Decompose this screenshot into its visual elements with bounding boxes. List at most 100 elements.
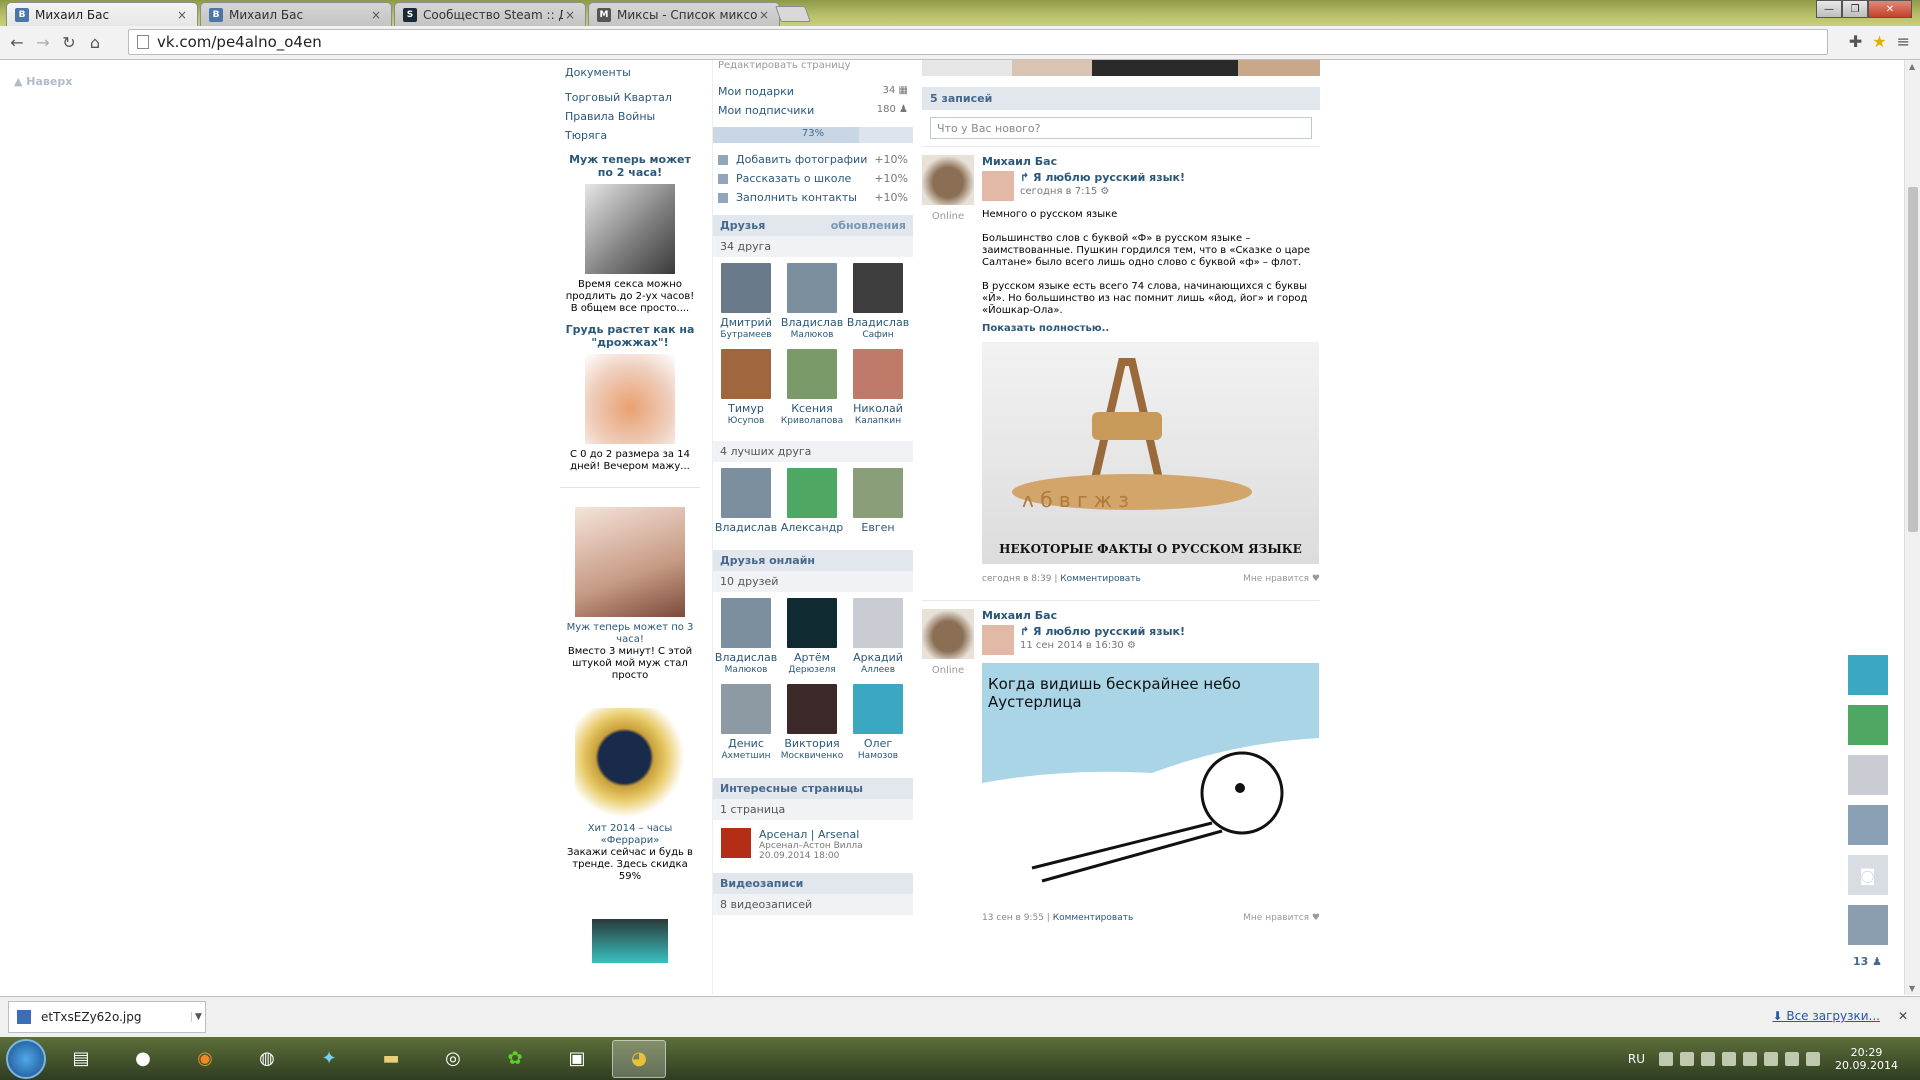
menu-icon[interactable]: ≡ [1897,32,1910,51]
friend-last-name[interactable]: Калапкин [845,415,911,427]
friend-first-name[interactable]: Виктория [779,738,845,750]
photo-thumb[interactable] [1238,60,1320,76]
avatar[interactable] [787,263,837,313]
ad-desc[interactable]: Вместо 3 минут! С этой штукой мой муж ст… [560,646,700,682]
friend-first-name[interactable]: Аркадий [845,652,911,664]
repost-group[interactable]: ↱ Я люблю русский язык! [1020,171,1185,184]
friend-first-name[interactable]: Владислав [713,522,779,534]
tray-icon[interactable] [1659,1051,1674,1066]
friends-title[interactable]: Друзья [720,219,765,232]
friend-card[interactable]: Виктория Москвиченко [779,684,845,762]
avatar[interactable] [1847,905,1888,945]
ad-desc[interactable]: Закажи сейчас и будь в тренде. Здесь ски… [560,847,700,883]
chrome-icon[interactable]: ◕ [612,1039,666,1078]
left-link[interactable]: Торговый Квартал [560,88,700,107]
friend-card[interactable]: Александр [779,468,845,534]
interesting-page[interactable]: Арсенал | Arsenal Арсенал–Астон Вилла 20… [713,820,913,869]
friend-card[interactable]: Владислав Малюков [779,263,845,341]
star-icon[interactable]: ★ [1872,32,1886,51]
ad-block[interactable]: Муж теперь может по 2 часа! Время секса … [560,153,700,315]
friend-last-name[interactable]: Криволапова [779,415,845,427]
winamp-icon[interactable]: ◍ [240,1040,294,1078]
show-more-link[interactable]: Показать полностью.. [982,323,1320,334]
friend-card[interactable]: Аркадий Аллеев [845,598,911,676]
friend-card[interactable]: Артём Дерюзеля [779,598,845,676]
photo-thumb[interactable] [1012,60,1092,76]
forward-icon[interactable]: → [30,30,56,56]
keyboard-app-icon[interactable]: ▤ [54,1040,108,1078]
watch-image[interactable] [575,708,685,818]
friend-card[interactable]: Николай Калапкин [845,349,911,427]
ad-title[interactable]: Грудь растет как на "дрожжах"! [560,323,700,349]
close-icon[interactable]: × [369,8,383,22]
friend-card[interactable]: Ксения Криволапова [779,349,845,427]
friend-card[interactable]: Владислав Сафин [845,263,911,341]
like-button[interactable]: Мне нравится ♥ [1243,913,1320,923]
scroll-down-icon[interactable]: ▼ [1909,984,1915,993]
avatar[interactable] [922,155,974,205]
post-date[interactable]: сегодня в 8:39 [982,574,1051,584]
ad-block[interactable] [560,919,700,963]
avatar[interactable] [853,468,903,518]
post-image[interactable]: Когда видишь бескрайнее небо Аустерлица [982,663,1319,899]
post-author[interactable]: Михаил Бас [982,609,1320,622]
ad-image[interactable] [575,507,685,617]
friend-card[interactable]: Дмитрий Бутрамеев [713,263,779,341]
close-icon[interactable]: × [757,8,771,22]
ad-image[interactable] [585,184,675,274]
tab-2[interactable]: В Михаил Бас × [200,2,392,26]
tray-icon[interactable] [1743,1051,1758,1066]
camera-icon[interactable]: ◙ [1847,855,1888,895]
friends-updates-link[interactable]: обновления [831,219,906,232]
comment-link[interactable]: Комментировать [1053,913,1134,923]
pages-title[interactable]: Интересные страницы [720,782,863,795]
avatar[interactable] [721,468,771,518]
group-avatar[interactable] [982,171,1014,201]
maximize-button[interactable]: ❐ [1842,0,1868,18]
friend-last-name[interactable]: Малюков [713,664,779,676]
friend-first-name[interactable]: Владислав [713,652,779,664]
avatar[interactable] [1847,805,1888,845]
page-scrollbar[interactable]: ▲ ▼ [1904,60,1920,995]
avatar[interactable] [787,468,837,518]
post-date[interactable]: 13 сен в 9:55 [982,913,1044,923]
avatar[interactable] [721,598,771,648]
close-icon[interactable]: ✕ [1898,1009,1908,1023]
friend-card[interactable]: Евген [845,468,911,534]
ad-block[interactable]: Хит 2014 – часы «Феррари» Закажи сейчас … [560,708,700,883]
pages-header[interactable]: Интересные страницы [713,778,913,799]
left-link[interactable]: Документы [560,60,700,82]
language-indicator[interactable]: RU [1628,1052,1645,1066]
avatar[interactable] [787,598,837,648]
online-title[interactable]: Друзья онлайн [720,554,815,567]
tray-icon[interactable] [1680,1051,1695,1066]
friend-first-name[interactable]: Александр [779,522,845,534]
photo-thumb[interactable] [1092,60,1238,76]
avatar[interactable] [853,349,903,399]
friend-card[interactable]: Тимур Юсупов [713,349,779,427]
puzzle-app-icon[interactable]: ✦ [302,1040,356,1078]
new-post-input[interactable]: Что у Вас нового? [930,117,1312,139]
repost-group[interactable]: ↱ Я люблю русский язык! [1020,625,1185,638]
tab-3[interactable]: S Сообщество Steam :: Др × [394,2,586,26]
avatar[interactable] [721,263,771,313]
ad-block[interactable]: Муж теперь может по 3 часа! Вместо 3 мин… [560,487,700,682]
scroll-top-link[interactable]: ▲ Наверх [14,75,72,88]
left-link[interactable]: Правила Войны [560,107,700,126]
bear-app-icon[interactable]: ● [116,1040,170,1078]
friend-first-name[interactable]: Дмитрий [713,317,779,329]
back-icon[interactable]: ← [4,30,30,56]
left-link[interactable]: Тюряга [560,126,700,145]
group-avatar[interactable] [982,625,1014,655]
post-image[interactable]: ᴧ б в г ж з НЕКОТОРЫЕ ФАКТЫ О РУССКОМ ЯЗ… [982,342,1319,564]
reload-icon[interactable]: ↻ [56,30,82,56]
avatar[interactable] [1847,705,1888,745]
avatar[interactable] [721,684,771,734]
extension-icon[interactable]: ✚ [1849,32,1862,51]
avatar[interactable] [1847,755,1888,795]
friend-first-name[interactable]: Олег [845,738,911,750]
subscribers-row[interactable]: Мои подписчики 180 ♟ [713,101,913,120]
friend-last-name[interactable]: Юсупов [713,415,779,427]
tip-school[interactable]: Рассказать о школе +10% [713,169,913,188]
friend-last-name[interactable]: Намозов [845,750,911,762]
